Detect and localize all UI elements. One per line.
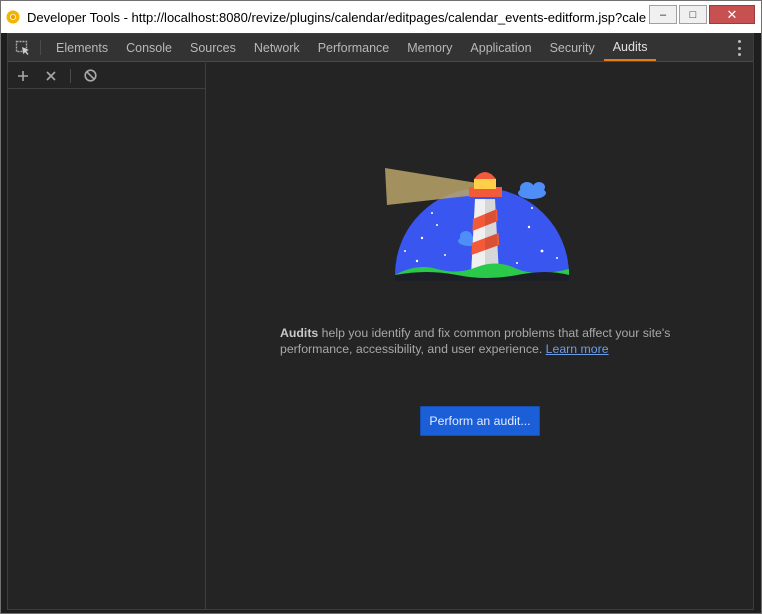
close-icon[interactable] (42, 67, 60, 85)
tab-sources[interactable]: Sources (181, 34, 245, 61)
add-icon[interactable] (14, 67, 32, 85)
lighthouse-illustration (377, 163, 577, 281)
audits-description: Audits help you identify and fix common … (280, 325, 680, 357)
minimize-button[interactable]: – (649, 5, 677, 24)
maximize-button[interactable]: □ (679, 5, 707, 24)
tab-separator (40, 40, 41, 55)
tab-memory[interactable]: Memory (398, 34, 461, 61)
tab-network[interactable]: Network (245, 34, 309, 61)
title-bar: Developer Tools - http://localhost:8080/… (1, 1, 761, 33)
inspect-element-icon[interactable] (8, 34, 38, 61)
perform-audit-button[interactable]: Perform an audit... (420, 406, 540, 436)
devtools-window: Developer Tools - http://localhost:8080/… (0, 0, 762, 614)
panel-tab-bar: Elements Console Sources Network Perform… (8, 34, 753, 62)
tab-security[interactable]: Security (541, 34, 604, 61)
close-window-button[interactable]: ✕ (709, 5, 755, 24)
description-text: help you identify and fix common problem… (280, 326, 671, 356)
devtools-panel: Elements Console Sources Network Perform… (7, 33, 754, 610)
tab-application[interactable]: Application (461, 34, 540, 61)
sidebar-toolbar (8, 63, 205, 89)
tab-audits[interactable]: Audits (603, 34, 657, 61)
chrome-icon (6, 10, 20, 24)
tab-console[interactable]: Console (117, 34, 181, 61)
tab-performance[interactable]: Performance (309, 34, 399, 61)
window-controls: – □ ✕ (649, 5, 755, 24)
audits-sidebar (8, 63, 206, 609)
clear-icon[interactable] (81, 67, 99, 85)
toolbar-separator (70, 68, 71, 83)
learn-more-link[interactable]: Learn more (546, 342, 609, 356)
description-bold: Audits (280, 326, 319, 340)
more-options-icon[interactable] (733, 40, 745, 56)
audits-main-panel: Audits help you identify and fix common … (207, 63, 753, 609)
tab-elements[interactable]: Elements (47, 34, 117, 61)
window-title: Developer Tools - http://localhost:8080/… (27, 9, 647, 25)
